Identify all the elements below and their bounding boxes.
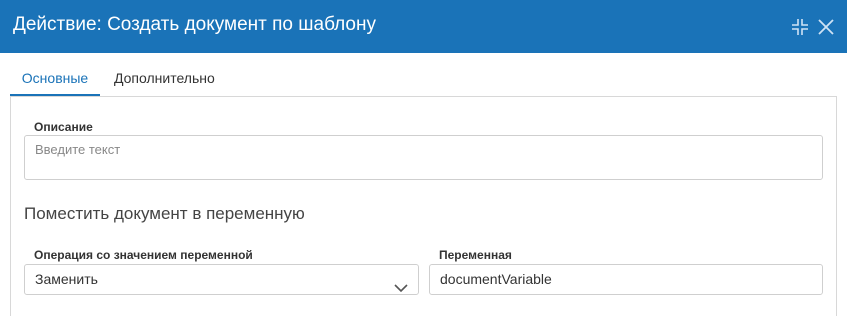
operation-value: Заменить: [35, 271, 98, 287]
description-label: Описание: [34, 120, 93, 134]
window-header: Действие: Создать документ по шаблону: [0, 0, 847, 53]
section-title: Поместить документ в переменную: [24, 204, 305, 223]
variable-label: Переменная: [439, 248, 512, 262]
variable-input[interactable]: documentVariable: [429, 264, 823, 295]
close-icon[interactable]: [816, 17, 836, 37]
collapse-icon[interactable]: [790, 17, 810, 37]
description-input[interactable]: Введите текст: [24, 135, 823, 180]
window-title: Действие: Создать документ по шаблону: [13, 14, 376, 35]
operation-select[interactable]: Заменить: [24, 264, 419, 295]
tab-basic[interactable]: Основные: [10, 66, 100, 96]
tab-advanced[interactable]: Дополнительно: [114, 66, 215, 94]
chevron-down-icon: [394, 274, 408, 303]
operation-label: Операция со значением переменной: [34, 248, 253, 262]
